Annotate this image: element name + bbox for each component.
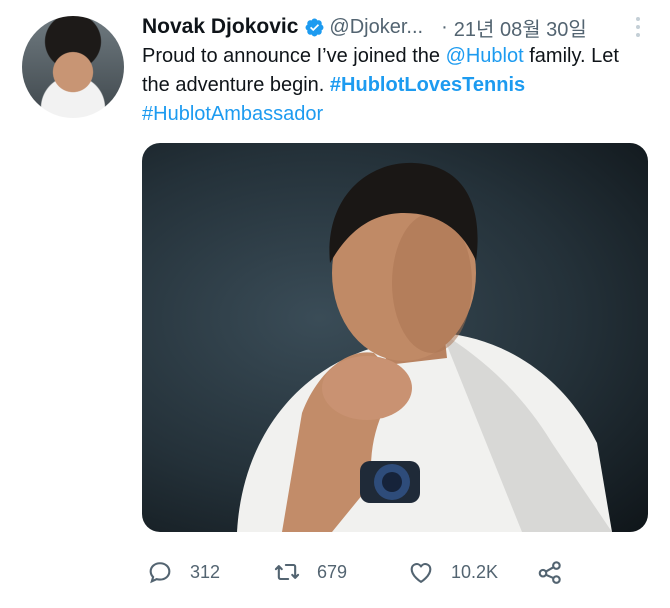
tweet-timestamp[interactable]: 21년 08월 30일 bbox=[454, 13, 587, 42]
author-handle[interactable]: @Djoker... bbox=[329, 16, 423, 39]
tweet-header: Novak Djokovic @Djoker... · 21년 08월 30일 bbox=[142, 12, 660, 42]
share-icon bbox=[538, 561, 561, 584]
photo-content bbox=[237, 162, 612, 532]
more-vertical-icon[interactable] bbox=[633, 12, 643, 42]
separator-dot: · bbox=[441, 15, 448, 38]
tweet-text-part1: Proud to announce I’ve joined the bbox=[142, 45, 446, 67]
retweet-count: 679 bbox=[317, 561, 348, 582]
retweet-icon bbox=[274, 563, 300, 581]
speech-bubble-icon bbox=[149, 562, 171, 584]
tweet-media-photo[interactable] bbox=[142, 143, 648, 532]
verified-badge-icon bbox=[305, 18, 324, 36]
tweet-actions-bar: 312 679 10.2K bbox=[142, 554, 648, 590]
like-count: 10.2K bbox=[451, 561, 499, 582]
tweet-text: Proud to announce I’ve joined the @Hublo… bbox=[142, 42, 642, 129]
share-button[interactable] bbox=[536, 558, 564, 586]
retweet-button[interactable]: 679 bbox=[273, 558, 347, 586]
reply-button[interactable]: 312 bbox=[146, 558, 220, 586]
reply-count: 312 bbox=[190, 561, 221, 582]
heart-icon bbox=[410, 563, 432, 583]
mention-link[interactable]: @Hublot bbox=[446, 45, 524, 67]
like-button[interactable]: 10.2K bbox=[407, 558, 498, 586]
author-avatar[interactable] bbox=[22, 16, 124, 118]
hashtag-link-hublotlovestennis[interactable]: #HublotLovesTennis bbox=[330, 74, 525, 96]
hashtag-link-hublotambassador[interactable]: #HublotAmbassador bbox=[142, 103, 323, 125]
author-name[interactable]: Novak Djokovic bbox=[142, 15, 298, 39]
